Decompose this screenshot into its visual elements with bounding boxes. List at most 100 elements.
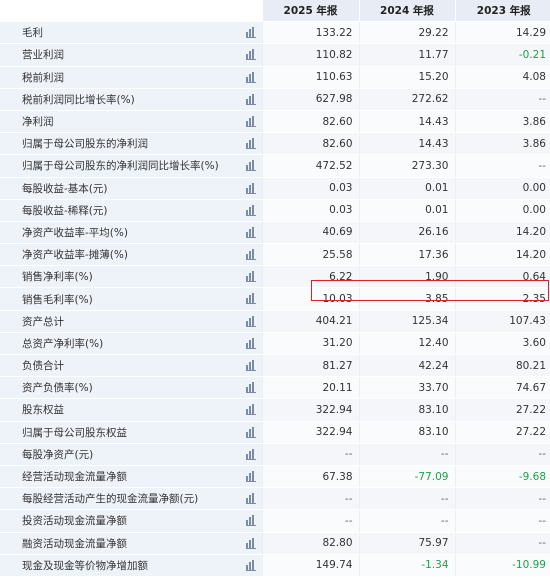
value-cell: 20.11 [261,376,359,400]
column-header-2024[interactable]: 2024 年报 [358,0,455,23]
row-label: 每股净资产(元) [0,443,262,466]
value-cell: -- [454,154,550,178]
row-label-text: 净资产收益率-摊薄(%) [22,249,128,262]
bar-chart-icon[interactable] [245,271,256,283]
row-label-text: 每股收益-稀释(元) [22,204,108,217]
value-cell: -- [261,509,359,533]
bar-chart-icon[interactable] [245,249,256,261]
value-cell: 3.60 [454,332,550,356]
table-row: 营业利润 110.82 11.77 -0.21 [0,43,550,67]
row-label: 融资活动现金流量净额 [0,532,262,555]
value-cell: -- [358,509,455,533]
row-label-text: 每股收益-基本(元) [22,182,108,195]
row-label-text: 税前利润 [22,71,64,84]
value-cell: 110.82 [261,43,359,67]
value-cell: 627.98 [261,88,359,111]
bar-chart-icon[interactable] [245,382,256,394]
row-label-text: 每股经营活动产生的现金流量净额(元) [22,493,199,506]
value-cell: 27.22 [454,398,550,422]
table-row: 负债合计 81.27 42.24 80.21 [0,354,550,378]
row-label-text: 归属于母公司股东的净利润 [22,138,148,151]
value-cell: 2.35 [454,287,550,311]
value-cell: 82.60 [261,132,359,156]
bar-chart-icon[interactable] [245,71,256,83]
bar-chart-icon[interactable] [245,448,256,460]
value-cell: 81.27 [261,354,359,378]
value-cell: 0.03 [261,199,359,222]
value-cell: -1.34 [358,554,455,577]
column-header-2025[interactable]: 2025 年报 [261,0,359,23]
table-row: 每股经营活动产生的现金流量净额(元) -- -- -- [0,487,550,511]
table-row: 税前利润 110.63 15.20 4.08 [0,66,550,89]
column-header-2023[interactable]: 2023 年报 [454,0,550,23]
bar-chart-icon[interactable] [245,360,256,371]
row-label: 资产总计 [0,310,262,333]
bar-chart-icon[interactable] [245,226,256,238]
bar-chart-icon[interactable] [245,470,256,482]
bar-chart-icon[interactable] [245,493,256,505]
value-cell: -- [261,443,359,466]
bar-chart-icon[interactable] [245,93,256,105]
value-cell: 14.20 [454,221,550,245]
table-row: 投资活动现金流量净额 -- -- -- [0,509,550,533]
row-label: 毛利 [0,21,262,45]
row-label: 每股收益-稀释(元) [0,199,262,222]
bar-chart-icon[interactable] [245,182,256,194]
table-row: 股东权益 322.94 83.10 27.22 [0,398,550,422]
value-cell: 25.58 [261,243,359,267]
value-cell: 322.94 [261,421,359,444]
value-cell: 322.94 [261,398,359,422]
value-cell: 133.22 [261,21,359,45]
row-label: 税前利润 [0,66,262,89]
bar-chart-icon[interactable] [245,27,256,39]
bar-chart-icon[interactable] [245,515,256,527]
value-cell: 14.20 [454,243,550,267]
row-label-text: 净利润 [22,116,54,129]
row-label-text: 归属于母公司股东的净利润同比增长率(%) [22,160,219,173]
bar-chart-icon[interactable] [245,537,256,549]
bar-chart-icon[interactable] [245,315,256,327]
bar-chart-icon[interactable] [245,49,256,61]
value-cell: 83.10 [358,421,455,444]
row-label-text: 总资产净利率(%) [22,337,104,350]
value-cell: 27.22 [454,421,550,444]
bar-chart-icon[interactable] [245,293,256,305]
value-cell: 0.03 [261,177,359,200]
financial-table-container: 2025 年报 2024 年报 2023 年报 毛利 133.22 29.22 14.… [0,0,550,577]
value-cell: 14.43 [358,110,455,134]
row-label-text: 归属于母公司股东权益 [22,426,127,439]
bar-chart-icon[interactable] [245,426,256,438]
value-cell: 15.20 [358,66,455,89]
bar-chart-icon[interactable] [245,160,256,172]
value-cell: 33.70 [358,376,455,400]
value-cell: 26.16 [358,221,455,245]
value-cell: 83.10 [358,398,455,422]
bar-chart-icon[interactable] [245,559,256,571]
row-label: 归属于母公司股东的净利润 [0,132,262,156]
table-row: 每股收益-基本(元) 0.03 0.01 0.00 [0,177,550,200]
value-cell: -0.21 [454,43,550,67]
row-label: 税前利润同比增长率(%) [0,88,262,111]
table-row: 净资产收益率-平均(%) 40.69 26.16 14.20 [0,221,550,245]
row-label: 销售毛利率(%) [0,287,262,311]
value-cell: -- [358,443,455,466]
bar-chart-icon[interactable] [245,138,256,150]
value-cell: 40.69 [261,221,359,245]
bar-chart-icon[interactable] [245,115,256,127]
row-label: 营业利润 [0,43,262,67]
bar-chart-icon[interactable] [245,404,256,416]
row-label: 归属于母公司股东权益 [0,421,262,444]
row-label: 现金及现金等价物净增加额 [0,554,262,577]
row-label-text: 净资产收益率-平均(%) [22,226,128,239]
table-header-row: 2025 年报 2024 年报 2023 年报 [0,0,550,23]
bar-chart-icon[interactable] [245,337,256,349]
row-label: 负债合计 [0,354,262,378]
row-label-text: 销售毛利率(%) [22,293,93,306]
table-row: 资产总计 404.21 125.34 107.43 [0,310,550,333]
value-cell: 0.00 [454,199,550,222]
table-row: 资产负债率(%) 20.11 33.70 74.67 [0,376,550,400]
table-row: 毛利 133.22 29.22 14.29 [0,21,550,45]
table-row: 归属于母公司股东权益 322.94 83.10 27.22 [0,421,550,444]
row-label-text: 每股净资产(元) [22,448,94,461]
bar-chart-icon[interactable] [245,204,256,216]
